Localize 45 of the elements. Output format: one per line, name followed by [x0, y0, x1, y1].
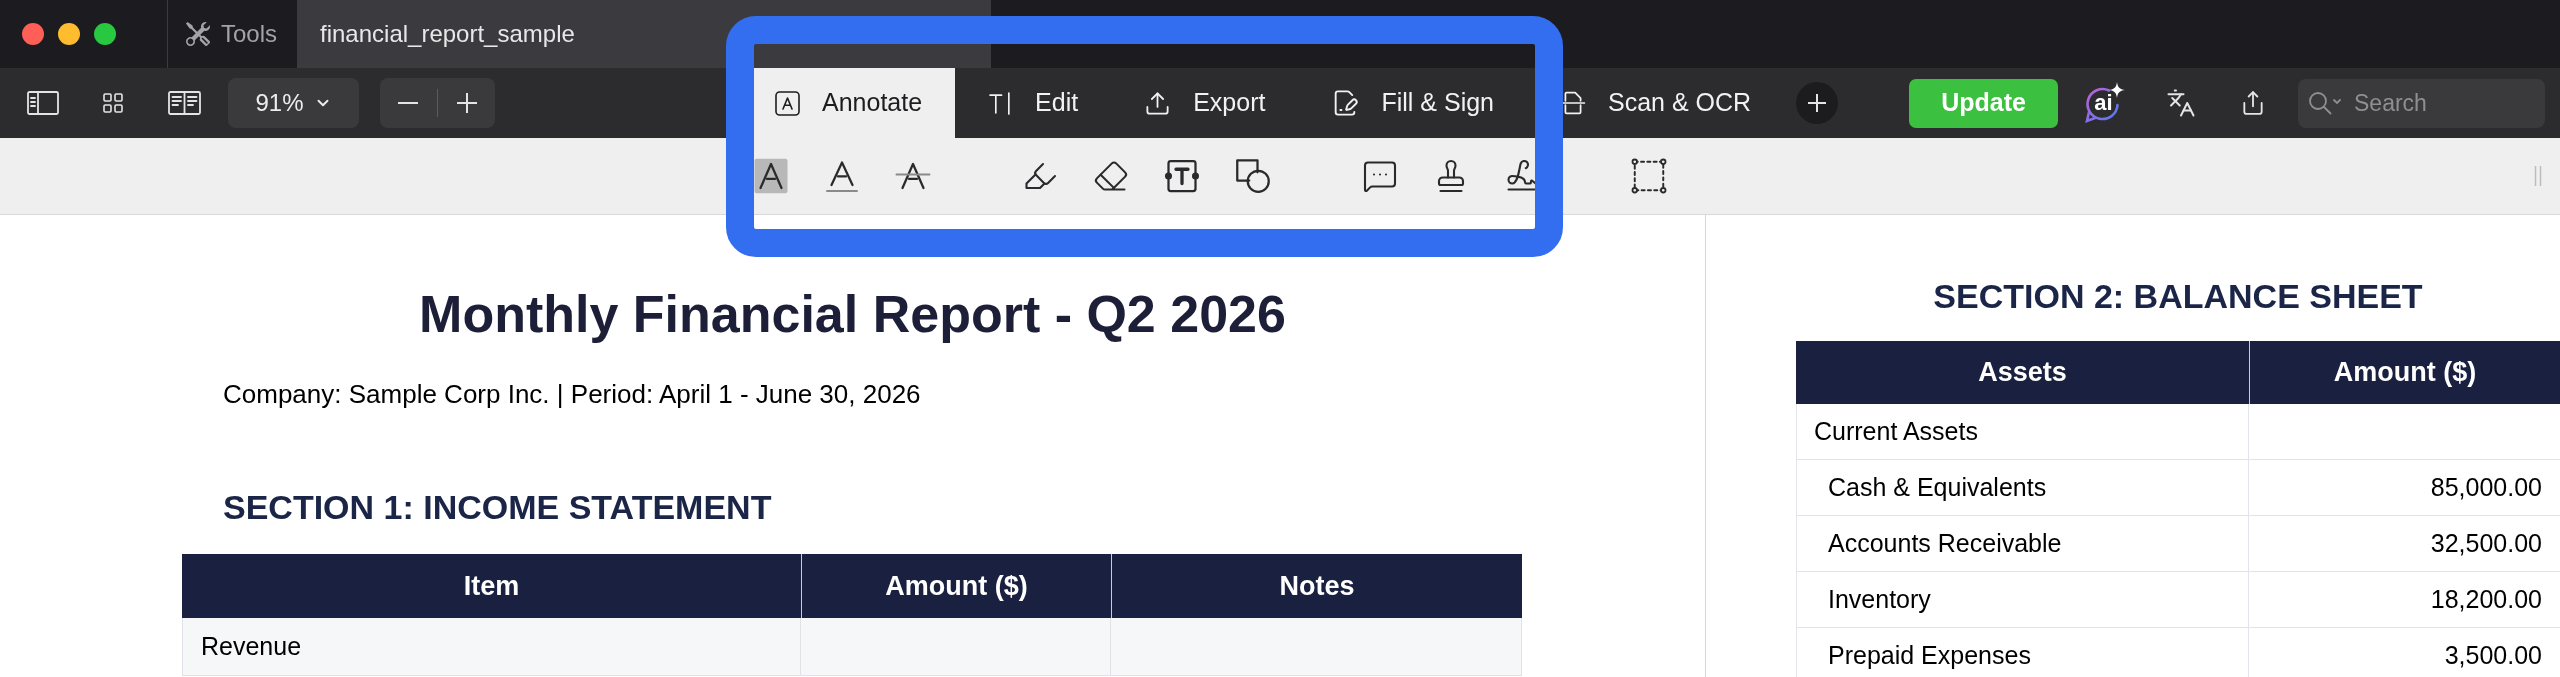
letter-a-square-icon: [775, 90, 800, 116]
table-header-cell: Assets: [1796, 341, 2249, 404]
translate-icon[interactable]: [2166, 88, 2196, 118]
table-header-cell: Item: [182, 554, 801, 618]
table-cell: Inventory: [1796, 572, 2249, 628]
table-cell: Cash & Equivalents: [1796, 460, 2249, 516]
mode-tab[interactable]: Export: [1111, 68, 1299, 138]
table-header-cell: Amount ($): [2249, 341, 2560, 404]
grid-icon[interactable]: [103, 93, 123, 113]
close-window-icon[interactable]: [22, 23, 44, 45]
mode-tab[interactable]: Fill & Sign: [1298, 68, 1527, 138]
grip-icon[interactable]: [2534, 166, 2542, 186]
section-heading: SECTION 2: BALANCE SHEET: [1933, 279, 2423, 313]
report-subtitle: Company: Sample Corp Inc. | Period: April 1 - June 30, 2026: [223, 381, 921, 407]
table-cell: Accounts Receivable: [1796, 516, 2249, 572]
plus-icon: [1808, 94, 1827, 112]
square-circle-icon[interactable]: [1235, 158, 1271, 194]
underlined-letter-icon[interactable]: [824, 158, 860, 194]
tools-icon: [186, 22, 210, 46]
table-cell: Current Assets: [1796, 404, 2249, 460]
upload-icon: [1144, 89, 1172, 117]
search-icon: [2308, 90, 2342, 115]
zoom-in-icon[interactable]: [457, 93, 477, 113]
mode-tab[interactable]: Edit: [955, 68, 1112, 138]
add-button[interactable]: [1796, 82, 1839, 124]
highlighted-letter-icon[interactable]: [753, 158, 789, 194]
section-heading: SECTION 1: INCOME STATEMENT: [223, 490, 772, 524]
table-header-cell: Amount ($): [801, 554, 1111, 618]
minimize-window-icon[interactable]: [58, 23, 80, 45]
sidebar-icon[interactable]: [27, 91, 59, 115]
dashed-square-icon[interactable]: [1631, 158, 1667, 194]
mode-tab[interactable]: Scan & OCR: [1527, 68, 1785, 138]
two-page-icon[interactable]: [168, 91, 201, 115]
share-icon[interactable]: [2240, 89, 2266, 117]
sparkle-icon: [2109, 82, 2125, 98]
table-header-cell: Notes: [1111, 554, 1522, 618]
maximize-window-icon[interactable]: [94, 23, 116, 45]
table-cell: Revenue: [182, 618, 801, 676]
table-cell: Prepaid Expenses: [1796, 628, 2249, 677]
search-field[interactable]: Search: [2298, 78, 2545, 128]
scan-document-icon: [1560, 90, 1586, 116]
zoom-level-dropdown[interactable]: 91%: [228, 78, 359, 128]
ai-assistant-button[interactable]: ai: [2082, 82, 2125, 124]
speech-bubble-icon[interactable]: [1362, 158, 1398, 194]
text-box-icon[interactable]: [1164, 158, 1200, 194]
